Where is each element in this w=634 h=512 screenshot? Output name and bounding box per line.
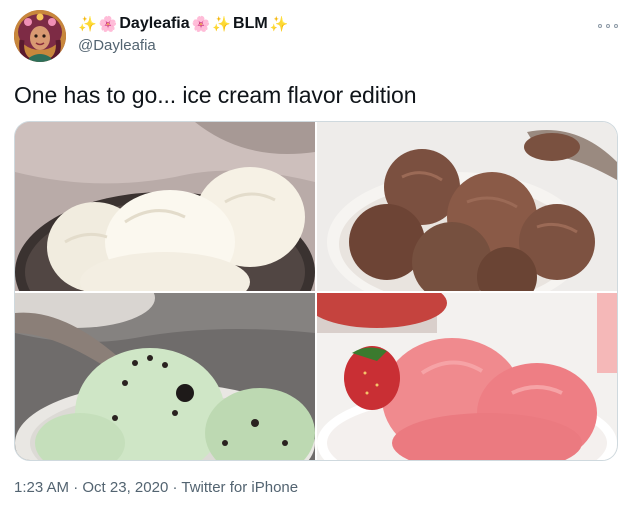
tweet-text: One has to go... ice cream flavor editio… [14,82,417,108]
sparkles-icon: ✨ [78,15,97,33]
display-name-text: Dayleafia [119,15,190,32]
avatar-illustration [14,10,66,62]
media-grid [14,121,618,461]
tweet-metadata: 1:23 AM · Oct 23, 2020 · Twitter for iPh… [14,478,298,498]
separator: · [172,479,178,496]
tweet-source[interactable]: Twitter for iPhone [181,479,298,496]
display-name[interactable]: ✨ 🌸 Dayleafia 🌸 ✨ BLM ✨ [78,14,288,34]
separator: · [73,479,79,496]
tweet-time[interactable]: 1:23 AM [14,479,69,496]
user-names: ✨ 🌸 Dayleafia 🌸 ✨ BLM ✨ @Dayleafia [78,14,288,55]
blossom-icon: 🌸 [98,15,118,33]
sparkles-icon: ✨ [212,15,232,33]
photo-strawberry-ice-cream[interactable] [317,293,617,460]
user-handle[interactable]: @Dayleafia [78,36,288,55]
display-name-suffix: BLM [233,15,268,32]
photo-vanilla-ice-cream[interactable] [15,122,315,291]
tweet-header: ✨ 🌸 Dayleafia 🌸 ✨ BLM ✨ @Dayleafia [0,0,634,72]
tweet-date[interactable]: Oct 23, 2020 [82,479,168,496]
avatar[interactable] [14,10,66,62]
photo-mint-chocolate-chip-ice-cream[interactable] [15,293,315,460]
sparkles-icon: ✨ [269,15,289,33]
blossom-icon: 🌸 [191,15,211,33]
more-options-icon[interactable] [598,22,618,30]
photo-chocolate-ice-cream[interactable] [317,122,617,291]
